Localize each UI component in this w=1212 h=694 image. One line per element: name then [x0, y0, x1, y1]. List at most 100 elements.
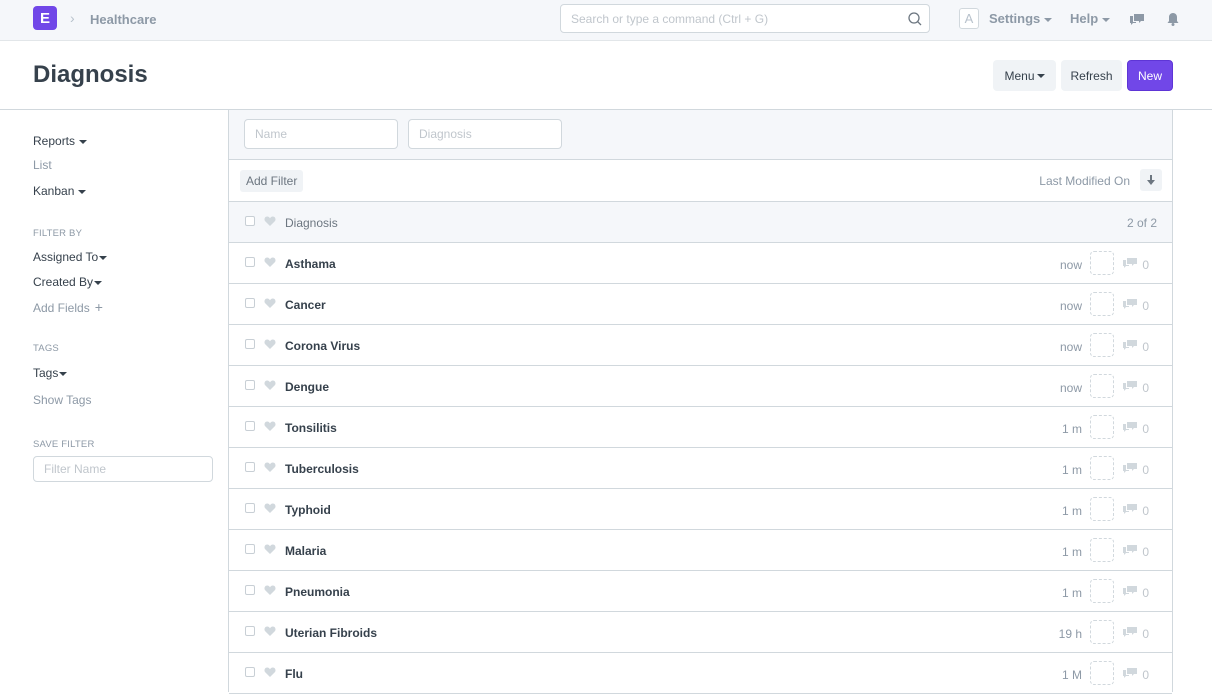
refresh-button[interactable]: Refresh [1061, 60, 1122, 91]
modified-time: 1 M [1061, 668, 1082, 682]
sidebar-tags[interactable]: Tags [33, 366, 68, 380]
heart-icon[interactable] [264, 379, 276, 391]
comment-icon [1123, 545, 1137, 555]
caret-down-icon [79, 139, 88, 144]
new-button[interactable]: New [1127, 60, 1173, 91]
heart-icon[interactable] [264, 420, 276, 432]
sidebar-list[interactable]: List [33, 158, 52, 172]
assign-placeholder[interactable] [1090, 333, 1114, 357]
comment-count: 0 [1142, 258, 1149, 272]
modified-time: now [1059, 299, 1082, 313]
list-row[interactable]: Corona Virus now 0 [229, 325, 1172, 366]
row-checkbox[interactable] [245, 544, 255, 554]
row-title-link[interactable]: Corona Virus [285, 339, 360, 353]
add-filter-button[interactable]: Add Filter [240, 170, 304, 192]
row-title-link[interactable]: Cancer [285, 298, 326, 312]
heart-icon[interactable] [264, 461, 276, 473]
row-title-link[interactable]: Asthama [285, 257, 336, 271]
heart-icon[interactable] [264, 297, 276, 309]
assign-placeholder[interactable] [1090, 497, 1114, 521]
list-header: Diagnosis 2 of 2 [229, 202, 1172, 243]
bell-icon[interactable] [1165, 11, 1181, 27]
row-checkbox[interactable] [245, 462, 255, 472]
list-row[interactable]: Dengue now 0 [229, 366, 1172, 407]
list-row[interactable]: Pneumonia 1 m 0 [229, 571, 1172, 612]
row-title-link[interactable]: Uterian Fibroids [285, 626, 377, 640]
avatar[interactable]: A [959, 8, 979, 29]
assign-placeholder[interactable] [1090, 620, 1114, 644]
row-title-link[interactable]: Tuberculosis [285, 462, 359, 476]
assign-placeholder[interactable] [1090, 415, 1114, 439]
row-checkbox[interactable] [245, 667, 255, 677]
assign-placeholder[interactable] [1090, 374, 1114, 398]
row-title-link[interactable]: Tonsilitis [285, 421, 337, 435]
comment-count: 0 [1142, 545, 1149, 559]
name-filter-input[interactable] [244, 119, 398, 149]
row-checkbox[interactable] [245, 585, 255, 595]
diagnosis-filter-input[interactable] [408, 119, 562, 149]
heart-icon[interactable] [264, 502, 276, 514]
menu-button[interactable]: Menu [993, 60, 1056, 91]
list-row[interactable]: Tuberculosis 1 m 0 [229, 448, 1172, 489]
filter-name-input[interactable] [33, 456, 213, 482]
chat-icon[interactable] [1129, 11, 1145, 27]
caret-down-icon [1036, 73, 1045, 78]
sidebar-reports[interactable]: Reports [33, 134, 88, 148]
list-row[interactable]: Tonsilitis 1 m 0 [229, 407, 1172, 448]
breadcrumb-healthcare[interactable]: Healthcare [90, 12, 156, 27]
caret-down-icon [78, 189, 87, 194]
heart-icon[interactable] [264, 256, 276, 268]
search-icon[interactable] [907, 11, 923, 27]
row-checkbox[interactable] [245, 421, 255, 431]
assign-placeholder[interactable] [1090, 292, 1114, 316]
sidebar-add-fields[interactable]: Add Fields + [33, 299, 103, 315]
sidebar-kanban[interactable]: Kanban [33, 184, 87, 198]
assign-placeholder[interactable] [1090, 579, 1114, 603]
list-row[interactable]: Typhoid 1 m 0 [229, 489, 1172, 530]
kanban-label: Kanban [33, 184, 75, 198]
list-row[interactable]: Malaria 1 m 0 [229, 530, 1172, 571]
row-title-link[interactable]: Malaria [285, 544, 326, 558]
row-checkbox[interactable] [245, 626, 255, 636]
heart-icon[interactable] [264, 625, 276, 637]
assign-placeholder[interactable] [1090, 661, 1114, 685]
search-input[interactable] [561, 5, 891, 32]
row-title-link[interactable]: Typhoid [285, 503, 331, 517]
select-all-checkbox[interactable] [245, 216, 255, 226]
list-row[interactable]: Cancer now 0 [229, 284, 1172, 325]
list-row[interactable]: Flu 1 M 0 [229, 653, 1172, 694]
row-checkbox[interactable] [245, 503, 255, 513]
caret-down-icon [99, 255, 108, 260]
row-title-link[interactable]: Dengue [285, 380, 329, 394]
list-row[interactable]: Uterian Fibroids 19 h 0 [229, 612, 1172, 653]
settings-dropdown[interactable]: Settings [989, 11, 1053, 26]
heart-icon[interactable] [264, 338, 276, 350]
sidebar-show-tags[interactable]: Show Tags [33, 393, 91, 407]
comment-icon [1123, 586, 1137, 596]
heart-icon[interactable] [264, 584, 276, 596]
created-by-label: Created By [33, 275, 94, 289]
app-logo[interactable]: E [33, 6, 57, 30]
row-checkbox[interactable] [245, 339, 255, 349]
heart-icon[interactable] [264, 666, 276, 678]
row-checkbox[interactable] [245, 298, 255, 308]
sort-order-button[interactable] [1140, 169, 1162, 191]
assign-placeholder[interactable] [1090, 251, 1114, 275]
heart-icon[interactable] [264, 215, 276, 227]
comment-icon [1123, 504, 1137, 514]
row-checkbox[interactable] [245, 257, 255, 267]
list-row[interactable]: Asthama now 0 [229, 243, 1172, 284]
row-title-link[interactable]: Flu [285, 667, 303, 681]
row-title-link[interactable]: Pneumonia [285, 585, 350, 599]
column-header-title: Diagnosis [285, 216, 338, 230]
comment-count: 0 [1142, 504, 1149, 518]
assign-placeholder[interactable] [1090, 456, 1114, 480]
row-checkbox[interactable] [245, 380, 255, 390]
assign-placeholder[interactable] [1090, 538, 1114, 562]
sort-by-selector[interactable]: Last Modified On [1039, 174, 1130, 188]
help-dropdown[interactable]: Help [1070, 11, 1111, 26]
sidebar-created-by[interactable]: Created By [33, 275, 103, 289]
filter-bar: Add Filter Last Modified On [229, 160, 1172, 202]
heart-icon[interactable] [264, 543, 276, 555]
sidebar-assigned-to[interactable]: Assigned To [33, 250, 108, 264]
